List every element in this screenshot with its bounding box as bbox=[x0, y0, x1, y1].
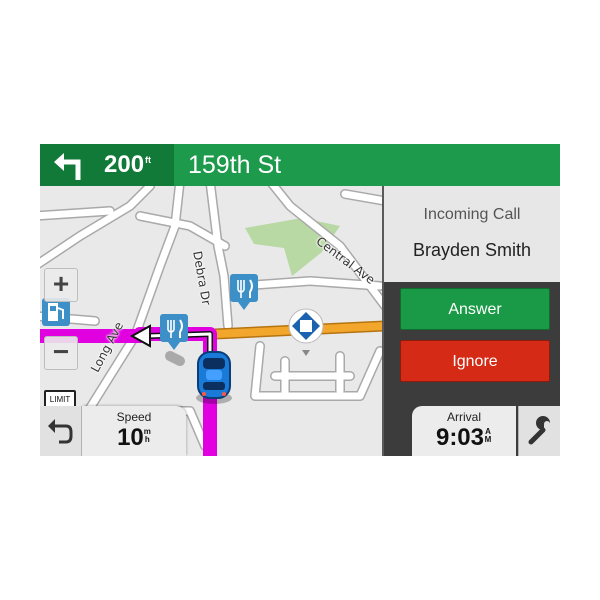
speed-unit: mh bbox=[144, 428, 151, 444]
next-turn-bar: 200ft 159th St bbox=[40, 144, 560, 186]
turn-left-arrow-icon bbox=[54, 153, 81, 180]
speed-number: 10 bbox=[117, 424, 144, 451]
arrival-label: Arrival bbox=[446, 410, 481, 424]
zoom-out-button[interactable]: − bbox=[44, 336, 78, 370]
next-turn-box[interactable]: 200ft bbox=[40, 144, 174, 186]
speed-limit-label: LIMIT bbox=[49, 395, 71, 404]
arrival-field[interactable]: Arrival 9:03A M bbox=[412, 406, 516, 456]
side-panel: Incoming Call Brayden Smith Answer Ignor… bbox=[382, 186, 560, 456]
back-button[interactable] bbox=[40, 406, 82, 456]
vehicle-marker bbox=[196, 351, 232, 404]
caller-name: Brayden Smith bbox=[412, 240, 532, 260]
speed-field[interactable]: Speed 10m h bbox=[82, 406, 186, 456]
speed-value: 10m h bbox=[82, 424, 186, 452]
minus-icon: − bbox=[52, 336, 70, 367]
back-arrow-icon bbox=[48, 419, 73, 444]
arrival-ampm: A M bbox=[484, 427, 492, 444]
turn-distance-unit: ft bbox=[145, 155, 152, 165]
fuel-poi bbox=[42, 298, 70, 326]
zoom-in-button[interactable]: + bbox=[44, 268, 78, 302]
next-street-name: 159th St bbox=[188, 151, 282, 179]
bottom-bar: Speed 10m h bbox=[40, 406, 382, 456]
answer-button[interactable]: Answer bbox=[400, 288, 550, 330]
plus-icon: + bbox=[52, 268, 70, 299]
tools-button[interactable] bbox=[518, 406, 560, 456]
incoming-call-title: Incoming Call bbox=[423, 206, 521, 223]
turn-distance-value: 200 bbox=[104, 151, 145, 178]
ignore-button[interactable]: Ignore bbox=[400, 340, 550, 382]
arrival-time: 9:03 bbox=[435, 424, 485, 451]
turn-distance: 200ft bbox=[104, 151, 151, 179]
speed-label: Speed bbox=[116, 410, 152, 424]
arrival-value: 9:03A M bbox=[412, 424, 516, 452]
wrench-icon bbox=[528, 416, 550, 445]
incoming-call-box: Incoming Call Brayden Smith bbox=[384, 186, 560, 282]
navigation-screen: 200ft 159th St Debra Dr Central Ave Long… bbox=[40, 144, 560, 456]
speed-unit-bottom: h bbox=[144, 435, 150, 444]
